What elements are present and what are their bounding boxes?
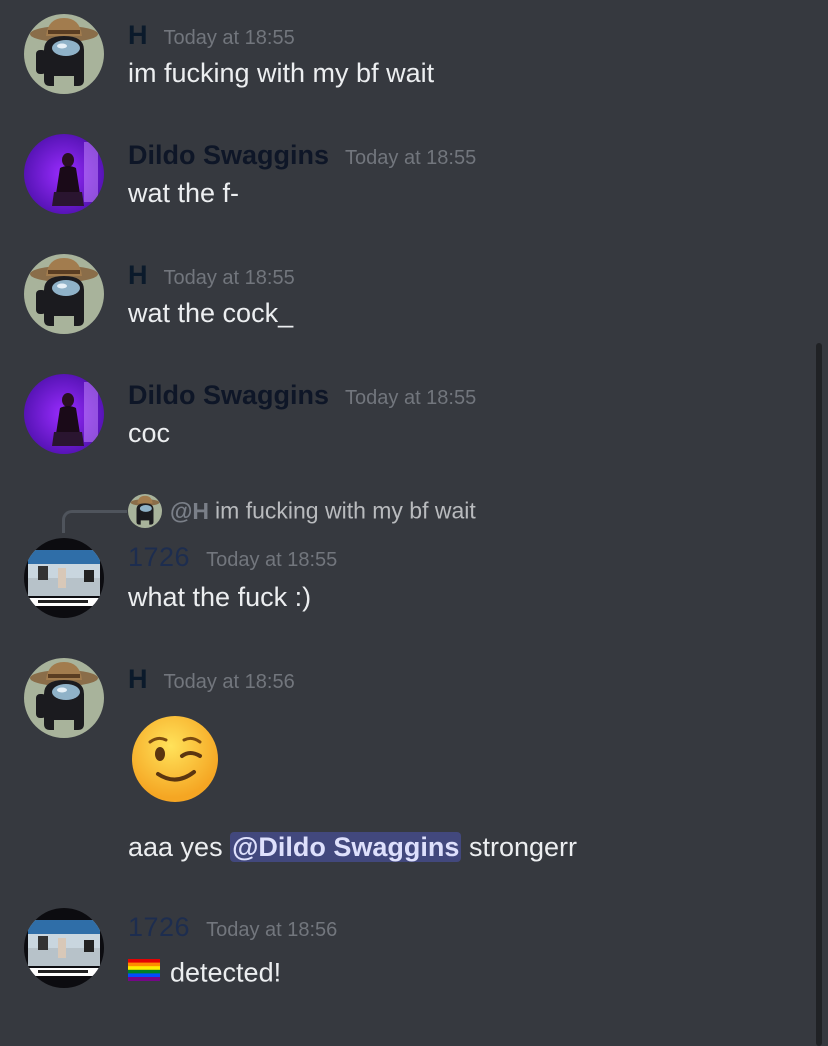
reply-text: im fucking with my bf wait (215, 497, 476, 524)
message-item: Dildo Swaggins Today at 18:55 wat the f- (0, 134, 800, 234)
message-item: @H im fucking with my bf wait 1726 Today a… (0, 492, 800, 632)
author-name[interactable]: H (128, 20, 148, 50)
avatar-h[interactable] (24, 658, 104, 738)
author-name[interactable]: Dildo Swaggins (128, 380, 329, 410)
avatar-dildo-swaggins[interactable] (24, 134, 104, 214)
message-header: Dildo Swaggins Today at 18:55 (128, 380, 476, 411)
rainbow-flag-icon (128, 957, 160, 988)
timestamp: Today at 18:55 (206, 549, 338, 571)
timestamp: Today at 18:56 (163, 671, 295, 693)
crewmate-avatar-icon (24, 254, 104, 334)
author-name[interactable]: Dildo Swaggins (128, 140, 329, 170)
scrollbar[interactable] (816, 343, 822, 1046)
avatar-1726[interactable] (24, 538, 104, 618)
message-text: coc (128, 418, 171, 448)
crewmate-avatar-icon (24, 14, 104, 94)
message-text: im fucking with my bf wait (128, 58, 435, 88)
timestamp: Today at 18:55 (345, 147, 477, 169)
message-item: H Today at 18:55 wat the cock_ (0, 254, 800, 354)
timestamp: Today at 18:56 (206, 919, 338, 941)
avatar-h[interactable] (24, 14, 104, 94)
message-text: wat the cock_ (128, 298, 294, 328)
message-text-after: strongerr (468, 832, 577, 862)
message-header: H Today at 18:55 (128, 260, 295, 291)
video-thumbnail-avatar-icon (24, 908, 104, 988)
author-name[interactable]: 1726 (128, 912, 190, 942)
reply-avatar-icon (128, 494, 162, 528)
message-text: aaa yes @Dildo Swaggins strongerr (128, 832, 577, 863)
avatar-h[interactable] (24, 254, 104, 334)
message-header: 1726 Today at 18:56 (128, 912, 337, 943)
message-text-body: detected! (170, 957, 282, 988)
message-item: 1726 Today at 18:56 detected! (0, 908, 800, 1008)
avatar-dildo-swaggins[interactable] (24, 374, 104, 454)
purple-photo-avatar-icon (24, 374, 104, 454)
timestamp: Today at 18:55 (163, 27, 295, 49)
message-header: Dildo Swaggins Today at 18:55 (128, 140, 476, 171)
author-name[interactable]: 1726 (128, 542, 190, 572)
message-text: wat the f- (128, 178, 240, 208)
chat-messages: H Today at 18:55 im fucking with my bf wa… (0, 0, 828, 1046)
message-text: what the fuck :) (128, 582, 312, 612)
purple-photo-avatar-icon (24, 134, 104, 214)
timestamp: Today at 18:55 (163, 267, 295, 289)
message-text: detected! (128, 956, 281, 988)
user-mention[interactable]: @Dildo Swaggins (230, 832, 462, 862)
message-header: H Today at 18:55 (128, 20, 295, 51)
timestamp: Today at 18:55 (345, 387, 477, 409)
message-text-before: aaa yes (128, 832, 223, 862)
message-header: H Today at 18:56 (128, 664, 295, 695)
reply-preview[interactable]: @H im fucking with my bf wait (128, 494, 476, 528)
author-name[interactable]: H (128, 260, 148, 290)
video-thumbnail-avatar-icon (24, 538, 104, 618)
message-item: H Today at 18:56 aaa yes @Dildo Swaggins… (0, 658, 800, 878)
author-name[interactable]: H (128, 664, 148, 694)
avatar-1726[interactable] (24, 908, 104, 988)
reply-author[interactable]: @H (170, 498, 209, 524)
message-item: Dildo Swaggins Today at 18:55 coc (0, 374, 800, 474)
message-header: 1726 Today at 18:55 (128, 542, 337, 573)
reply-connector (62, 510, 127, 533)
crewmate-avatar-icon (24, 658, 104, 738)
winking-face-icon (130, 714, 220, 809)
message-item: H Today at 18:55 im fucking with my bf wa… (0, 14, 800, 114)
